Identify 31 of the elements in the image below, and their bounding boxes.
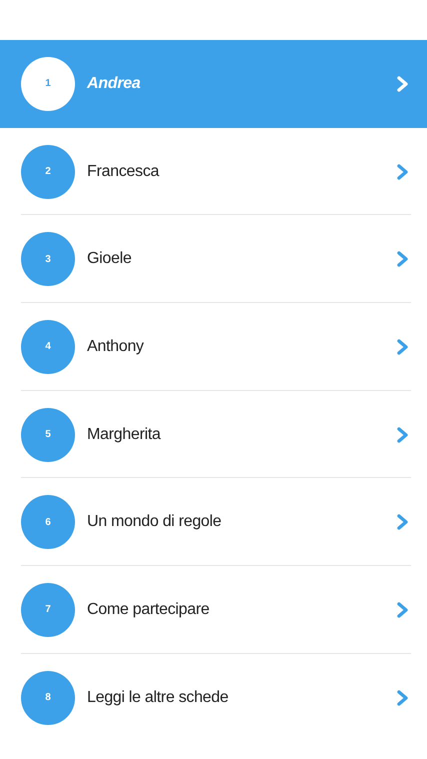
item-label: Andrea xyxy=(87,74,142,93)
item-label: Leggi le altre schede xyxy=(87,688,230,707)
item-label: Gioele xyxy=(87,250,132,268)
number-badge: 7 xyxy=(21,582,75,637)
menu-item[interactable]: 8 Leggi le altre schede xyxy=(0,654,427,742)
chevron-right-icon xyxy=(397,602,409,618)
chevron-right-icon xyxy=(397,251,409,268)
chevron-right-icon xyxy=(397,426,409,443)
menu-item[interactable]: 3 Gioele xyxy=(0,215,427,304)
chevron-right-icon xyxy=(397,514,409,530)
menu-item[interactable]: 4 Anthony xyxy=(0,303,427,391)
chevron-right-icon xyxy=(397,164,409,180)
number-badge: 1 xyxy=(21,56,75,111)
chevron-right-icon xyxy=(397,76,409,92)
menu-item[interactable]: 6 Un mondo di regole xyxy=(0,478,427,566)
number-badge: 2 xyxy=(21,144,75,199)
number-badge: 4 xyxy=(21,320,75,374)
item-label: Margherita xyxy=(87,426,162,444)
number-badge: 3 xyxy=(21,232,75,286)
menu-item[interactable]: 5 Margherita xyxy=(0,390,427,478)
item-label: Come partecipare xyxy=(87,600,210,619)
number-badge: 5 xyxy=(21,408,75,462)
item-label: Anthony xyxy=(87,338,145,356)
menu-item[interactable]: 2 Francesca xyxy=(0,128,427,216)
number-badge: 6 xyxy=(21,495,75,550)
chevron-right-icon xyxy=(397,690,409,706)
chevron-right-icon xyxy=(397,338,409,355)
item-label: Un mondo di regole xyxy=(87,513,222,532)
menu-item[interactable]: 7 Come partecipare xyxy=(0,566,427,654)
number-badge: 8 xyxy=(21,670,75,725)
item-label: Francesca xyxy=(87,162,160,181)
